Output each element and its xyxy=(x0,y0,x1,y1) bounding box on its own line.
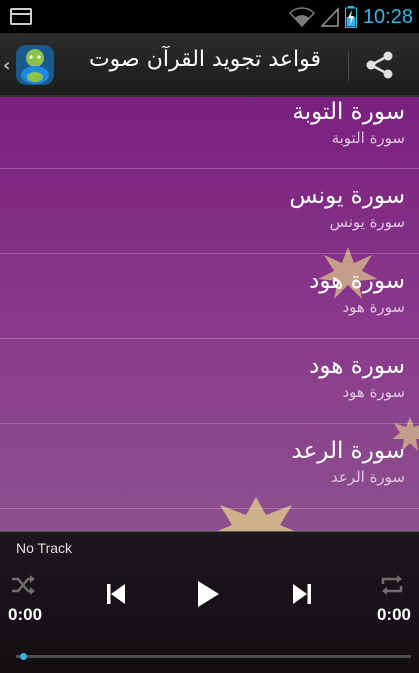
status-icons: 10:28 xyxy=(288,4,413,30)
clock: 10:28 xyxy=(362,5,413,28)
list-item-subtitle: سورة يونس xyxy=(329,213,405,231)
list-item-subtitle: سورة هود xyxy=(342,383,405,401)
surah-list: سورة التوبة سورة التوبة سورة يونس سورة ي… xyxy=(0,97,419,509)
track-name: No Track xyxy=(16,540,73,556)
play-icon[interactable] xyxy=(196,580,220,608)
shuffle-icon[interactable] xyxy=(10,574,36,596)
page-title: قواعد تجويد القرآن صوت xyxy=(88,47,322,72)
app-logo-icon[interactable] xyxy=(14,43,56,87)
notification-icon xyxy=(10,8,32,25)
seek-thumb[interactable] xyxy=(20,653,27,660)
chevron-left-icon[interactable]: ‹ xyxy=(3,55,10,76)
list-item[interactable]: سورة هود سورة هود xyxy=(0,339,419,424)
status-bar: 10:28 xyxy=(0,0,419,33)
list-item[interactable]: سورة يونس سورة يونس xyxy=(0,169,419,254)
content-area: سورة التوبة سورة التوبة سورة يونس سورة ي… xyxy=(0,97,419,531)
share-icon[interactable] xyxy=(364,49,396,81)
action-bar: ‹ قواعد تجويد القرآن صوت xyxy=(0,33,419,97)
list-item[interactable]: سورة التوبة سورة التوبة xyxy=(0,97,419,169)
elapsed-time: 0:00 xyxy=(8,605,43,624)
list-item-title: سورة هود xyxy=(309,353,405,379)
list-item-title: سورة هود xyxy=(309,268,405,294)
next-icon[interactable] xyxy=(292,583,312,605)
list-item-title: سورة يونس xyxy=(289,183,405,209)
repeat-icon[interactable] xyxy=(379,572,405,598)
signal-icon xyxy=(320,7,339,27)
list-item[interactable]: سورة الرعد سورة الرعد xyxy=(0,424,419,509)
list-item[interactable]: سورة هود سورة هود xyxy=(0,254,419,339)
list-item-subtitle: سورة الرعد xyxy=(330,468,405,486)
duration-time: 0:00 xyxy=(376,605,411,624)
battery-charging-icon xyxy=(344,6,357,28)
list-item-subtitle: سورة هود xyxy=(342,298,405,316)
list-item-title: سورة التوبة xyxy=(292,99,405,125)
list-item-title: سورة الرعد xyxy=(291,438,405,464)
list-item-subtitle: سورة التوبة xyxy=(331,129,405,147)
media-player: No Track 0:00 0:00 xyxy=(0,531,419,673)
seek-bar[interactable] xyxy=(16,655,411,658)
wifi-icon xyxy=(288,7,315,27)
action-bar-divider xyxy=(348,51,349,81)
previous-icon[interactable] xyxy=(106,583,126,605)
